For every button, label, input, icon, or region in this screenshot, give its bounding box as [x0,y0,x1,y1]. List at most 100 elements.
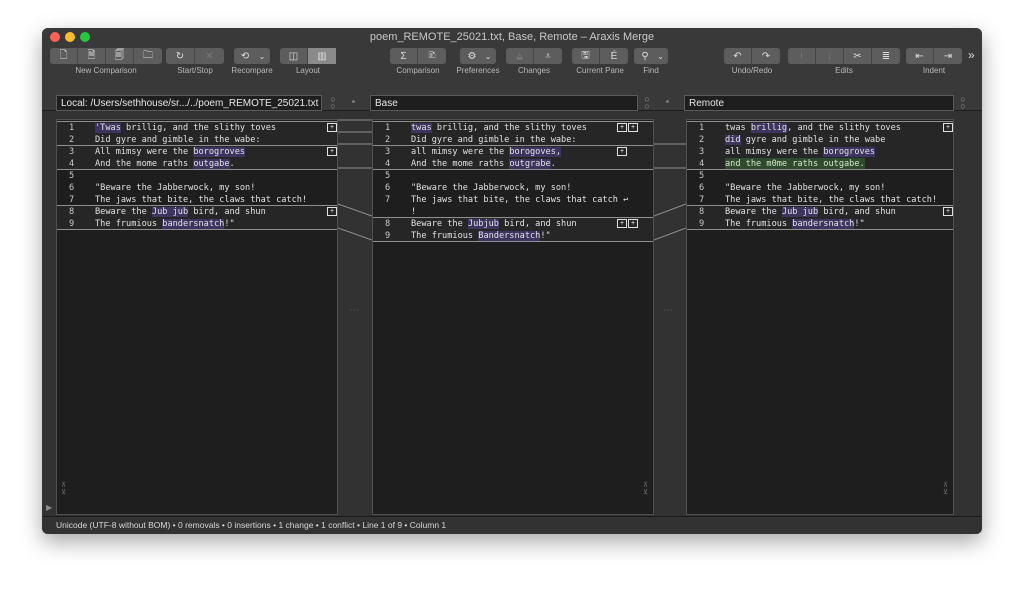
local-path-field[interactable]: Local: /Users/sethhouse/sr.../../poem_RE… [56,95,322,111]
local-pane-menu-icon[interactable]: ○ ○ [329,95,337,111]
recompare-group[interactable]: ⟲ ⌄ [234,48,270,64]
line-number: 5 [69,171,75,181]
recompare-icon[interactable]: ⟲ [234,48,256,64]
code-line[interactable]: 1 twas brillig, and the slithy toves + [687,122,953,134]
code-line[interactable]: 1 'Twas brillig, and the slithy toves + [57,122,337,134]
merge-right-icon[interactable]: + [327,123,337,132]
code-line[interactable]: 6 "Beware the Jabberwock, my son! [57,182,337,194]
disclosure-triangle-icon[interactable]: ▶ [46,503,52,512]
code-line[interactable]: 6 "Beware the Jabberwock, my son! [687,182,953,194]
redo-icon[interactable]: ↷ [752,48,780,64]
merge-left-icon[interactable]: + [617,123,627,132]
recompare-label: Recompare [231,66,273,75]
report-icon[interactable]: 🗈 [418,48,446,64]
left-connector-gutter [338,119,372,241]
line-number: 7 [385,195,391,205]
merge-right-icon[interactable]: + [327,207,337,216]
line-text: Beware the Jubjub bird, and shun [411,219,577,229]
preferences-chevron-down-icon[interactable]: ⌄ [480,48,496,64]
remote-pane-menu-icon[interactable]: ○ ○ [959,95,967,111]
remote-pane[interactable]: 1 twas brillig, and the slithy toves + 2… [686,119,954,515]
new-text-comparison-icon[interactable]: 🗋 [50,48,78,64]
indent-icon[interactable]: ⇥ [934,48,962,64]
indent-label: Indent [922,66,946,75]
find-group[interactable]: ⚲ ⌄ [634,48,668,64]
code-line[interactable]: 5 [687,170,953,182]
merge-right-icon[interactable]: + [628,123,638,132]
previous-change-icon[interactable]: ⩠ [506,48,534,64]
gutter-ellipsis-icon: ⋯ [349,305,359,316]
scroll-marker-icon[interactable]: ⊼ ⊻ [943,482,948,496]
edit-left-icon[interactable]: ⍿ [788,48,816,64]
new-binary-comparison-icon[interactable]: 🗎 [78,48,106,64]
code-line[interactable]: 5 [373,170,653,182]
code-line[interactable]: 7 The jaws that bite, the claws that cat… [373,194,653,206]
changes-group: ⩠ ⩡ [506,48,562,64]
connector-line [338,203,372,217]
three-pane-layout-icon[interactable]: ▥ [308,48,336,64]
new-image-comparison-icon[interactable]: 🗐 [106,48,134,64]
wrap-icon[interactable]: ≣ [872,48,900,64]
scroll-marker-icon[interactable]: ⊼ ⊻ [61,482,66,496]
chevron-down-icon[interactable]: ⌄ [254,48,270,64]
find-chevron-down-icon[interactable]: ⌄ [653,48,668,64]
block-border [373,241,653,242]
block-border [687,229,953,230]
outdent-icon[interactable]: ⇤ [906,48,934,64]
comparison-group: Σ 🗈 [390,48,446,64]
next-change-icon[interactable]: ⩡ [534,48,562,64]
line-text: twas brillig, and the slithy toves [411,123,587,133]
new-comparison-group: 🗋 🗎 🗐 🗀 [50,48,162,64]
merge-left-icon[interactable]: + [617,219,627,228]
merge-icon[interactable]: + [617,147,627,156]
refresh-icon[interactable]: ↻ [166,48,195,64]
code-line[interactable]: 8 Beware the Jub jub bird, and shun + [687,206,953,218]
line-number: 1 [385,123,391,133]
code-line[interactable]: 6 "Beware the Jabberwock, my son! [373,182,653,194]
line-number: 1 [69,123,75,133]
local-pane[interactable]: 1 'Twas brillig, and the slithy toves + … [56,119,338,515]
base-path-field[interactable]: Base [370,95,638,111]
line-number: 3 [699,147,705,157]
sigma-icon[interactable]: Σ [390,48,418,64]
save-icon[interactable]: 🖫 [572,48,600,64]
gutter-ellipsis-icon: ⋯ [663,305,673,316]
code-line[interactable]: 5 [57,170,337,182]
line-number: 2 [699,135,705,145]
line-number: 3 [385,147,391,157]
merge-left-icon[interactable]: + [943,123,953,132]
two-pane-layout-icon[interactable]: ◫ [280,48,308,64]
edit-icon[interactable]: É [600,48,628,64]
code-line[interactable]: 3 all mimsy were the borogoves, + [373,146,653,158]
line-text: did gyre and gimble in the wabe [725,135,886,145]
status-text: Unicode (UTF-8 without BOM) • 0 removals… [56,520,447,530]
edits-group: ⍿ ↓ ✂ ≣ [788,48,900,64]
code-line[interactable]: 1 twas brillig, and the slithy toves + + [373,122,653,134]
merge-left-icon[interactable]: + [943,207,953,216]
code-line[interactable]: 8 Beware the Jubjub bird, and shun + + [373,218,653,230]
merge-right-icon[interactable]: + [327,147,337,156]
preferences-group[interactable]: ⚙ ⌄ [460,48,496,64]
comparison-label: Comparison [396,66,440,75]
current-pane-label: Current Pane [576,66,624,75]
base-pane-menu-icon[interactable]: ○ ○ [643,95,651,111]
undo-icon[interactable]: ↶ [724,48,752,64]
line-text: 'Twas brillig, and the slithy toves [95,123,277,133]
code-line[interactable]: 8 Beware the Jub jub bird, and shun + [57,206,337,218]
edit-down-icon[interactable]: ↓ [816,48,844,64]
status-bar: ▶ Unicode (UTF-8 without BOM) • 0 remova… [42,503,982,534]
new-folder-comparison-icon[interactable]: 🗀 [134,48,162,64]
merge-right-icon[interactable]: + [628,219,638,228]
stop-icon[interactable]: ✕ [195,48,224,64]
scroll-marker-icon[interactable]: ⊼ ⊻ [643,482,648,496]
base-pane[interactable]: 1 twas brillig, and the slithy toves + +… [372,119,654,515]
cut-icon[interactable]: ✂ [844,48,872,64]
title-bar: poem_REMOTE_25021.txt, Base, Remote – Ar… [42,28,982,46]
code-line[interactable]: 3 all mimsy were the borogroves [687,146,953,158]
toolbar-overflow-button[interactable]: » [968,48,975,62]
line-number: 8 [385,219,391,229]
remote-path-field[interactable]: Remote [684,95,954,111]
connector-line [338,227,372,241]
code-line[interactable]: 3 All mimsy were the borogroves + [57,146,337,158]
code-line[interactable]: 2 did gyre and gimble in the wabe [687,134,953,146]
